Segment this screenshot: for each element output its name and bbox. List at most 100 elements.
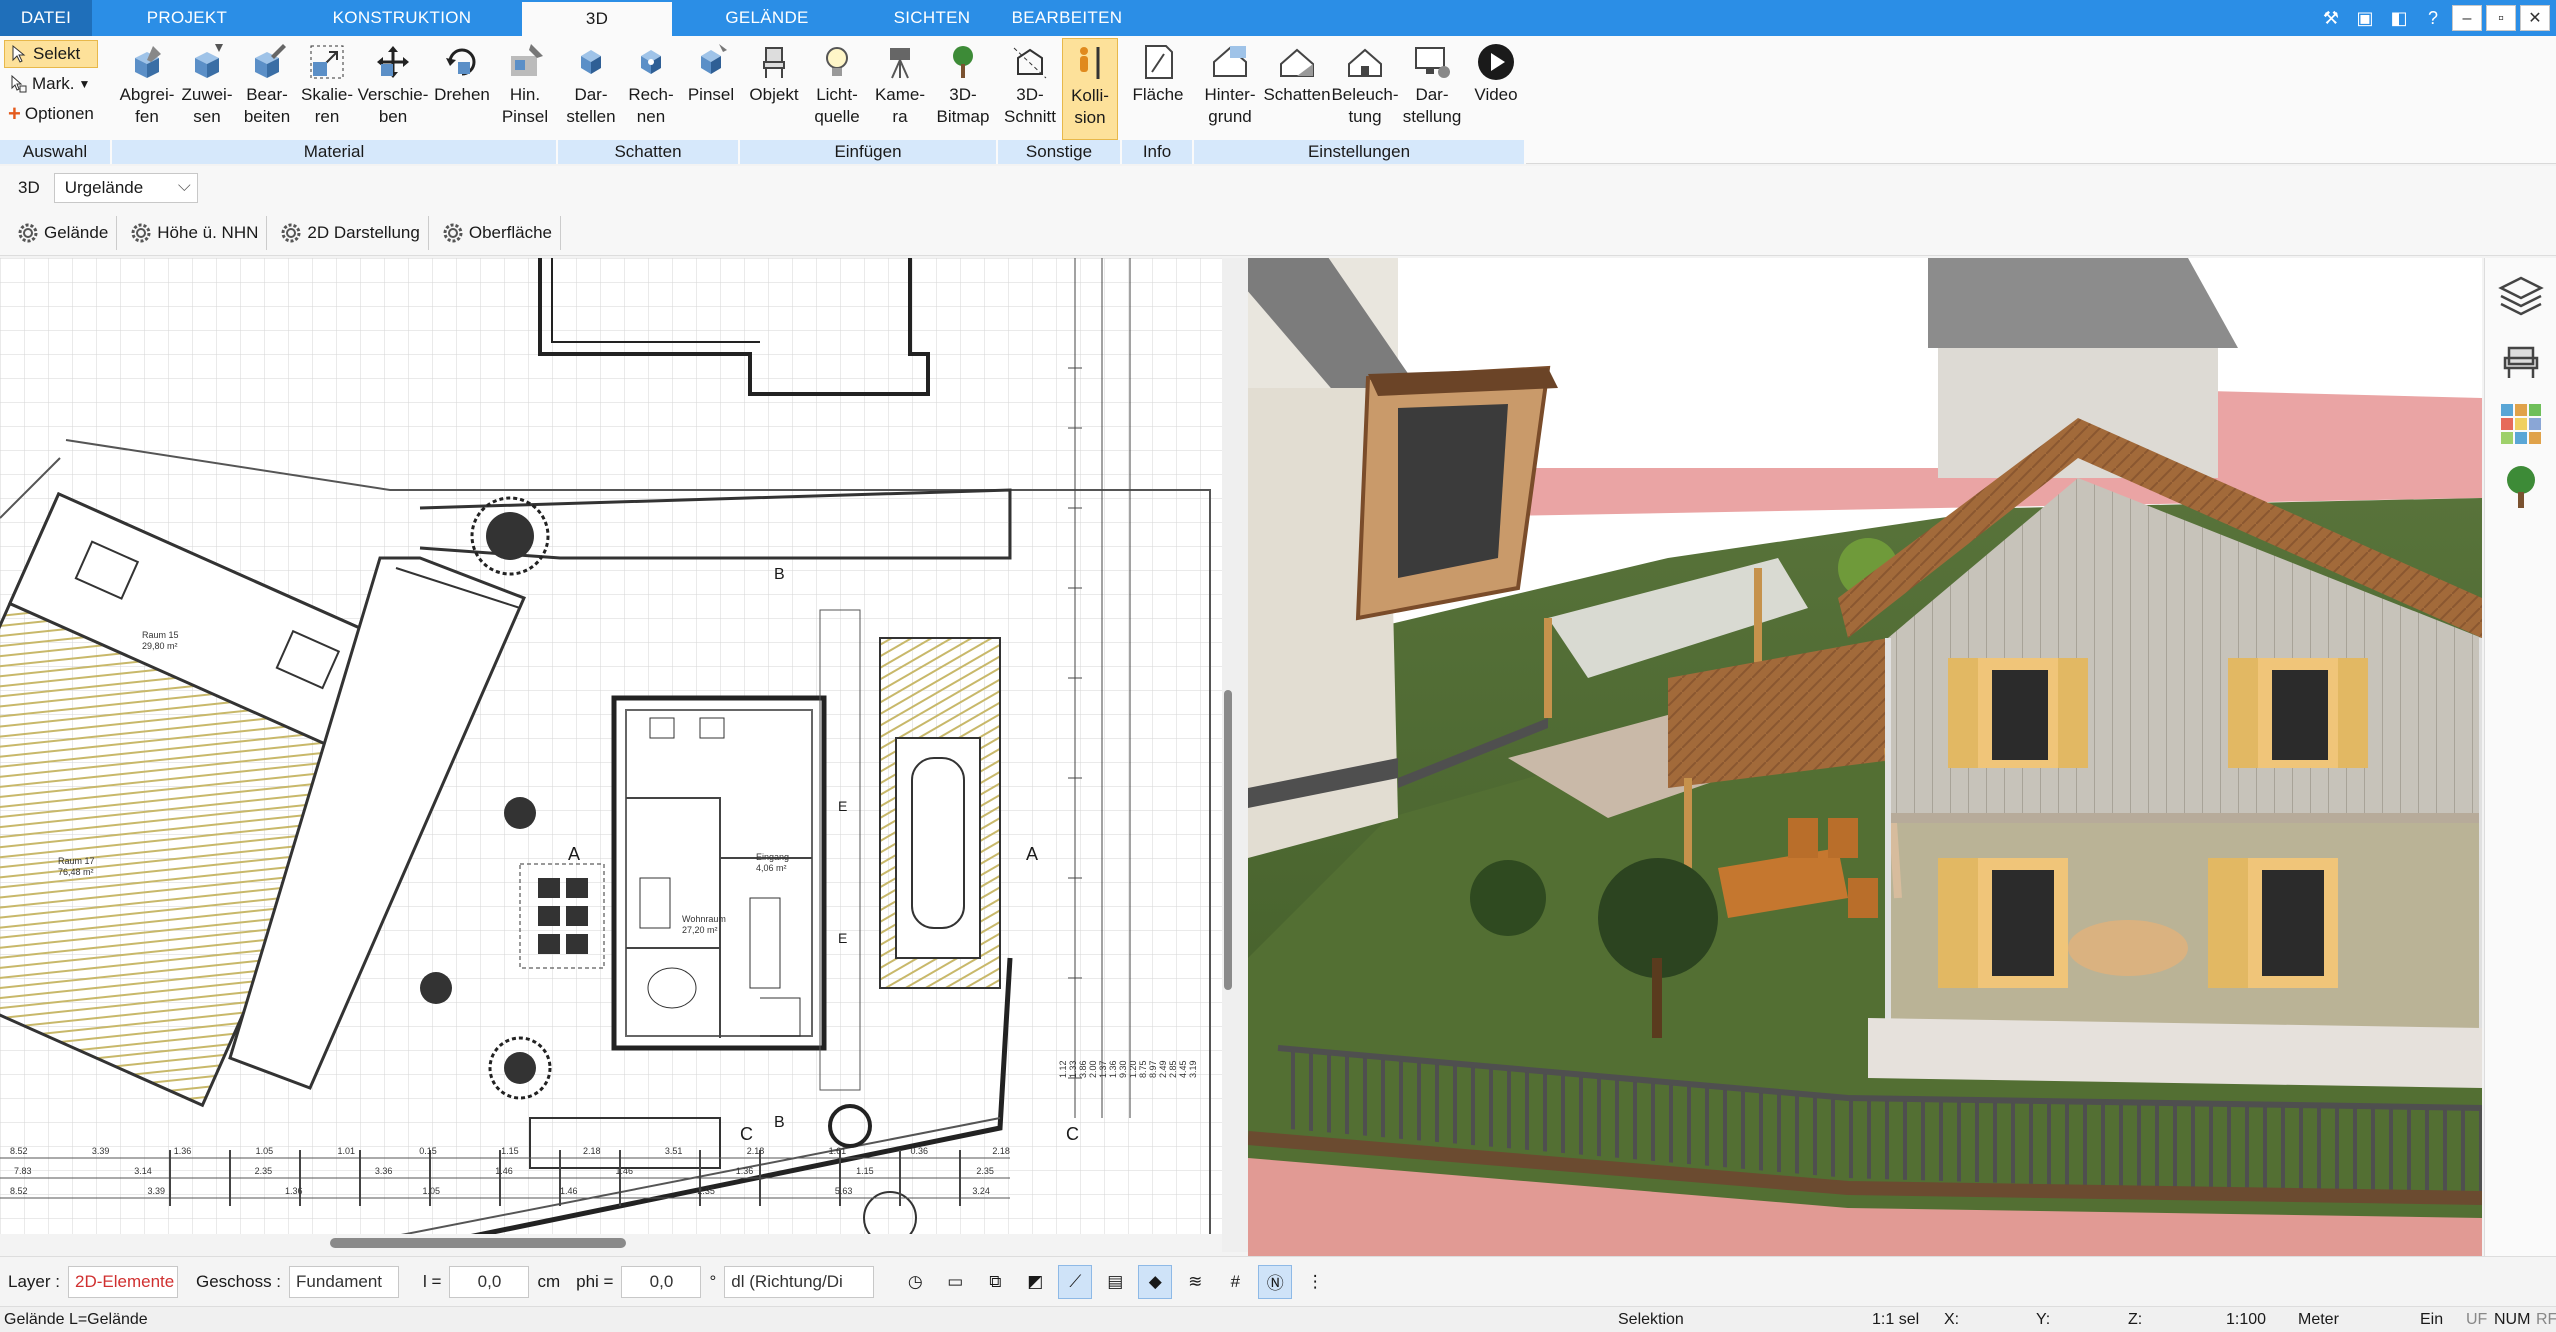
3d-render[interactable] bbox=[1248, 258, 2482, 1256]
floorplan-canvas[interactable] bbox=[0, 258, 1222, 1234]
rechnen-button[interactable]: Rech- nen bbox=[622, 38, 680, 140]
floorplan-view[interactable]: Raum 15 29,80 m² Raum 17 76,48 m² Wohnra… bbox=[0, 258, 1222, 1234]
lichtquelle-button[interactable]: Licht- quelle bbox=[806, 38, 868, 140]
layer-dropdown[interactable]: 2D-Elemente bbox=[67, 1265, 178, 1298]
terrain-dropdown[interactable]: Urgelände bbox=[53, 172, 198, 203]
tab-gelaende[interactable]: GELÄNDE bbox=[672, 0, 862, 36]
monitor-icon[interactable]: ▭ bbox=[938, 1265, 972, 1299]
tab-3d[interactable]: 3D bbox=[522, 2, 672, 36]
objekt-button[interactable]: Objekt bbox=[744, 38, 804, 140]
group-sonstige: 3D- Schnitt Kolli- sion Sonstige bbox=[998, 36, 1122, 164]
tools-icon[interactable]: ⚒ bbox=[2316, 5, 2346, 31]
kollision-button[interactable]: Kolli- sion bbox=[1062, 38, 1118, 140]
section-cut-icon bbox=[1013, 47, 1047, 79]
phi-unit: ° bbox=[709, 1271, 717, 1291]
section-mark: C bbox=[1066, 1124, 1079, 1144]
schatten-pinsel-label: Pinsel bbox=[687, 85, 735, 104]
grid-icon[interactable]: # bbox=[1218, 1265, 1252, 1299]
drehen-button[interactable]: Drehen bbox=[430, 38, 494, 140]
horizontal-scrollbar[interactable] bbox=[330, 1238, 626, 1248]
context-bar: 3D Urgelände bbox=[0, 166, 2556, 210]
plant-icon[interactable] bbox=[2495, 462, 2547, 514]
clock-icon[interactable]: ◷ bbox=[898, 1265, 932, 1299]
more-icon[interactable]: ⋮ bbox=[1298, 1265, 1332, 1299]
contour-icon[interactable]: ≋ bbox=[1178, 1265, 1212, 1299]
tab-bearbeiten[interactable]: BEARBEITEN bbox=[1002, 0, 1132, 36]
ribbon-tabbar: DATEI PROJEKT KONSTRUKTION 3D GELÄNDE SI… bbox=[0, 0, 2556, 36]
rechnen-label: Rech- nen bbox=[628, 85, 674, 126]
geschoss-dropdown[interactable]: Fundament bbox=[289, 1265, 400, 1298]
oberflaeche-button[interactable]: Oberfläche bbox=[433, 215, 562, 250]
cube-icon[interactable]: ◩ bbox=[1018, 1265, 1052, 1299]
help-icon[interactable]: ? bbox=[2418, 5, 2448, 31]
section-mark: A bbox=[568, 844, 581, 864]
brush-cube-icon bbox=[511, 44, 543, 76]
input-bar: Layer : 2D-Elemente Geschoss : Fundament… bbox=[0, 1256, 2556, 1306]
dimension-value: 8.52 bbox=[10, 1186, 28, 1196]
tab-konstruktion[interactable]: KONSTRUKTION bbox=[282, 0, 522, 36]
vertical-scrollbar[interactable] bbox=[1224, 690, 1232, 990]
maximize-button[interactable]: ▫ bbox=[2486, 5, 2516, 31]
layers-icon[interactable] bbox=[2495, 270, 2547, 322]
darstellung-button[interactable]: Dar- stellung bbox=[1400, 38, 1464, 140]
dimension-value: 2.00 bbox=[1088, 1060, 1098, 1078]
selekt-button[interactable]: Selekt bbox=[4, 40, 98, 68]
plane-icon[interactable]: ◆ bbox=[1138, 1264, 1173, 1299]
verschieben-button[interactable]: Verschie- ben bbox=[358, 38, 428, 140]
status-ein: Ein bbox=[2420, 1311, 2444, 1328]
dimension-value: 4.45 bbox=[1178, 1060, 1188, 1078]
scale-icon bbox=[310, 45, 344, 79]
status-selection: 1:1 sel bbox=[1872, 1311, 1920, 1328]
dimension-value: 3.24 bbox=[972, 1186, 990, 1196]
section-mark: C bbox=[740, 1124, 753, 1144]
einst-schatten-button[interactable]: Schatten bbox=[1263, 38, 1331, 140]
3d-bitmap-button[interactable]: 3D- Bitmap bbox=[932, 38, 994, 140]
dimension-row: 8.52 3.39 1.36 1.05 1.01 0.15 1.15 2.18 3.51 2.18… bbox=[10, 1146, 1010, 1156]
2d-darstellung-button[interactable]: 2D Darstellung bbox=[271, 215, 429, 250]
dimension-value: 1.15 bbox=[856, 1166, 874, 1176]
kamera-button[interactable]: Kame- ra bbox=[870, 38, 930, 140]
schatten-pinsel-button[interactable]: Pinsel bbox=[682, 38, 740, 140]
materials-icon[interactable] bbox=[2495, 398, 2547, 450]
beleuchtung-button[interactable]: Beleuch- tung bbox=[1331, 38, 1399, 140]
3d-schnitt-button[interactable]: 3D- Schnitt bbox=[1002, 38, 1058, 140]
collision-person-icon bbox=[1080, 47, 1100, 79]
hintergrund-button[interactable]: Hinter- grund bbox=[1198, 38, 1262, 140]
darstellen-button[interactable]: Dar- stellen bbox=[562, 38, 620, 140]
close-button[interactable]: ✕ bbox=[2520, 5, 2550, 31]
3d-schnitt-label: 3D- Schnitt bbox=[1004, 85, 1056, 126]
direction-dropdown[interactable]: dl (Richtung/Di bbox=[724, 1265, 875, 1298]
armchair-icon[interactable] bbox=[2495, 334, 2547, 386]
north-icon[interactable]: Ⓝ bbox=[1258, 1264, 1293, 1299]
flaeche-button[interactable]: Fläche bbox=[1128, 38, 1188, 140]
tab-sichten[interactable]: SICHTEN bbox=[862, 0, 1002, 36]
property-bar: Gelände Höhe ü. NHN 2D Darstellung Oberf… bbox=[0, 210, 2556, 256]
3d-view[interactable] bbox=[1248, 258, 2482, 1256]
hatch-icon[interactable]: ▤ bbox=[1098, 1265, 1132, 1299]
package-icon[interactable]: ▣ bbox=[2350, 5, 2380, 31]
dimension-value: 2.49 bbox=[1158, 1060, 1168, 1078]
length-input[interactable]: 0,0 bbox=[449, 1265, 530, 1298]
tab-datei[interactable]: DATEI bbox=[0, 0, 92, 36]
snap-line-icon[interactable]: ⟋ bbox=[1058, 1264, 1093, 1299]
optionen-button[interactable]: + Optionen bbox=[4, 100, 98, 128]
tab-projekt[interactable]: PROJEKT bbox=[92, 0, 282, 36]
app-window: DATEI PROJEKT KONSTRUKTION 3D GELÄNDE SI… bbox=[0, 0, 2556, 1332]
minimize-button[interactable]: – bbox=[2452, 5, 2482, 31]
layers-stack-icon[interactable]: ⧉ bbox=[978, 1265, 1012, 1299]
hoehe-button[interactable]: Höhe ü. NHN bbox=[121, 215, 268, 250]
hin-pinsel-button[interactable]: Hin. Pinsel bbox=[496, 38, 554, 140]
gelaende-button[interactable]: Gelände bbox=[8, 215, 118, 250]
zuweisen-button[interactable]: Zuwei- sen bbox=[178, 38, 236, 140]
dimension-value: 3.51 bbox=[664, 1146, 683, 1156]
selekt-label: Selekt bbox=[33, 44, 81, 63]
zuweisen-label: Zuwei- sen bbox=[181, 85, 233, 126]
video-button[interactable]: Video bbox=[1466, 38, 1526, 140]
bearbeiten-button[interactable]: Bear- beiten bbox=[238, 38, 296, 140]
2d-darstellung-label: 2D Darstellung bbox=[307, 222, 420, 242]
phi-input[interactable]: 0,0 bbox=[621, 1265, 702, 1298]
abgreifen-button[interactable]: Abgrei- fen bbox=[118, 38, 176, 140]
skalieren-button[interactable]: Skalie- ren bbox=[298, 38, 356, 140]
mark-button[interactable]: Mark. ▼ bbox=[4, 70, 98, 98]
layout-icon[interactable]: ◧ bbox=[2384, 5, 2414, 31]
